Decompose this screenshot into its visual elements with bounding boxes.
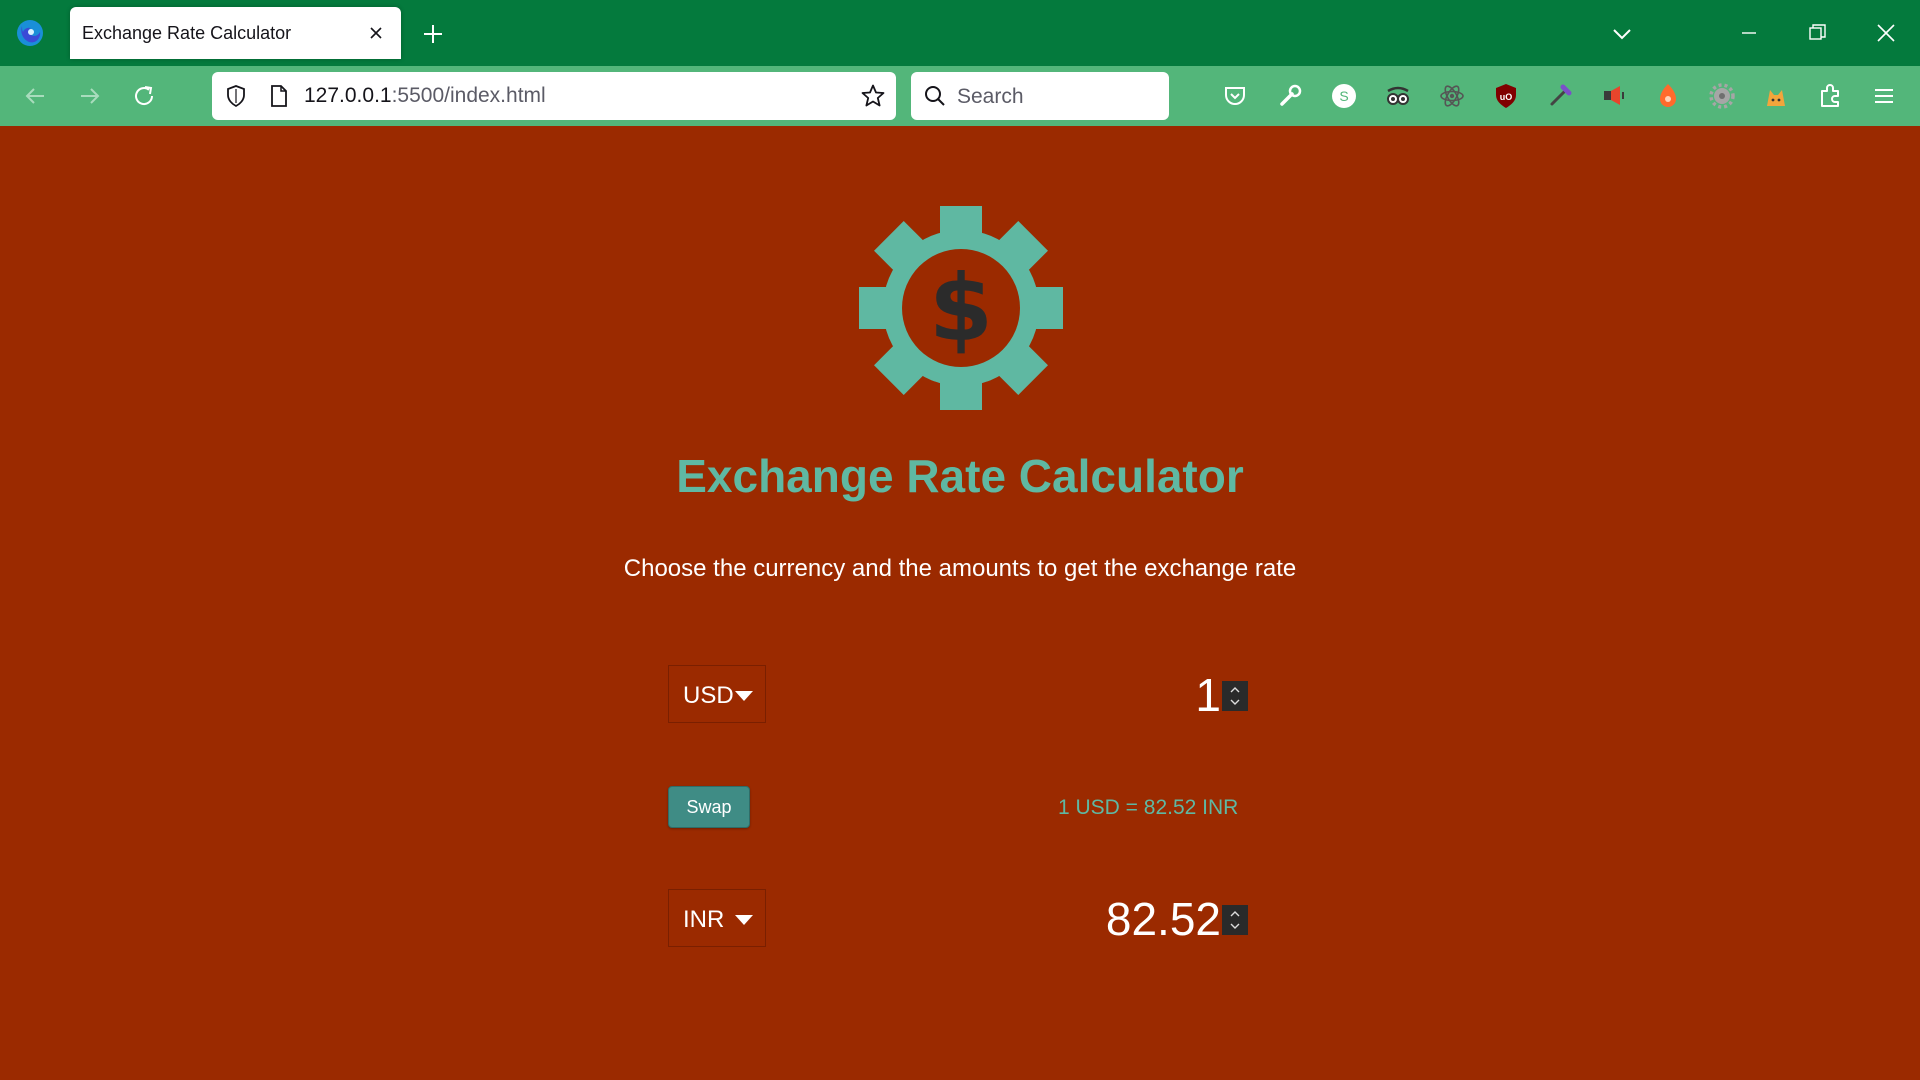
to-currency-code: INR <box>683 906 725 933</box>
page-subtitle: Choose the currency and the amounts to g… <box>623 555 1297 582</box>
to-currency-select[interactable]: INR <box>668 889 766 947</box>
svg-text:$: $ <box>929 255 993 362</box>
app-menu-icon[interactable] <box>1870 82 1898 110</box>
from-amount-input[interactable]: 1 <box>1195 668 1221 722</box>
reload-icon[interactable] <box>131 83 157 109</box>
wrench-icon[interactable] <box>1276 82 1304 110</box>
search-box[interactable] <box>911 72 1169 120</box>
close-window-icon[interactable] <box>1874 21 1898 45</box>
pocket-icon[interactable] <box>1221 82 1249 110</box>
glasses-icon[interactable] <box>1384 82 1412 110</box>
caret-down-icon <box>735 915 753 925</box>
url-text: 127.0.0.1:5500/index.html <box>304 84 546 108</box>
stepper-up-icon[interactable] <box>1229 910 1241 918</box>
from-amount-stepper[interactable] <box>1222 681 1248 711</box>
bookmark-star-icon[interactable] <box>860 83 886 109</box>
svg-text:S: S <box>1339 88 1348 104</box>
url-host: 127.0.0.1 <box>304 84 392 107</box>
caret-down-icon <box>735 691 753 701</box>
cat-extension-icon[interactable] <box>1762 82 1790 110</box>
from-currency-select[interactable]: USD <box>668 665 766 723</box>
tab-title: Exchange Rate Calculator <box>82 23 292 43</box>
exchange-rate-text: 1 USD = 82.52 INR <box>1058 796 1239 819</box>
megaphone-icon[interactable] <box>1600 82 1628 110</box>
close-tab-icon[interactable] <box>365 22 387 44</box>
dollar-gear-icon: $ <box>859 206 1063 410</box>
back-arrow-icon[interactable] <box>22 83 48 109</box>
minimize-window-icon[interactable] <box>1738 22 1760 44</box>
chevron-down-icon[interactable] <box>1610 22 1634 46</box>
url-path: :5500/index.html <box>391 84 546 107</box>
search-input[interactable] <box>955 80 1159 114</box>
svg-text:uO: uO <box>1500 92 1513 102</box>
stepper-up-icon[interactable] <box>1229 686 1241 694</box>
search-icon <box>925 86 945 106</box>
url-bar[interactable]: 127.0.0.1:5500/index.html <box>212 72 896 120</box>
stepper-down-icon[interactable] <box>1229 698 1241 706</box>
new-tab-plus-icon[interactable] <box>420 21 446 47</box>
ublock-origin-icon[interactable]: uO <box>1492 82 1520 110</box>
to-amount-input[interactable]: 82.52 <box>1106 892 1221 946</box>
s-extension-icon[interactable]: S <box>1330 82 1358 110</box>
tab-bar: Exchange Rate Calculator <box>0 0 1920 66</box>
forward-arrow-icon[interactable] <box>77 83 103 109</box>
restore-window-icon[interactable] <box>1806 22 1828 44</box>
swap-button[interactable]: Swap <box>668 786 750 828</box>
gear-extension-icon[interactable] <box>1708 82 1736 110</box>
react-devtools-icon[interactable] <box>1438 82 1466 110</box>
from-currency-code: USD <box>683 682 734 709</box>
tracking-shield-icon[interactable] <box>224 84 248 108</box>
page-title: Exchange Rate Calculator <box>676 450 1244 502</box>
eyedropper-icon[interactable] <box>1546 82 1574 110</box>
tab-exchange-rate-calculator[interactable]: Exchange Rate Calculator <box>70 7 401 59</box>
firefox-logo-icon[interactable] <box>14 17 46 49</box>
stepper-down-icon[interactable] <box>1229 922 1241 930</box>
extensions-puzzle-icon[interactable] <box>1816 82 1844 110</box>
to-amount-stepper[interactable] <box>1222 905 1248 935</box>
orange-extension-icon[interactable] <box>1654 82 1682 110</box>
nav-toolbar: 127.0.0.1:5500/index.html Search S uO <box>0 66 1920 126</box>
page-info-icon[interactable] <box>268 84 290 108</box>
